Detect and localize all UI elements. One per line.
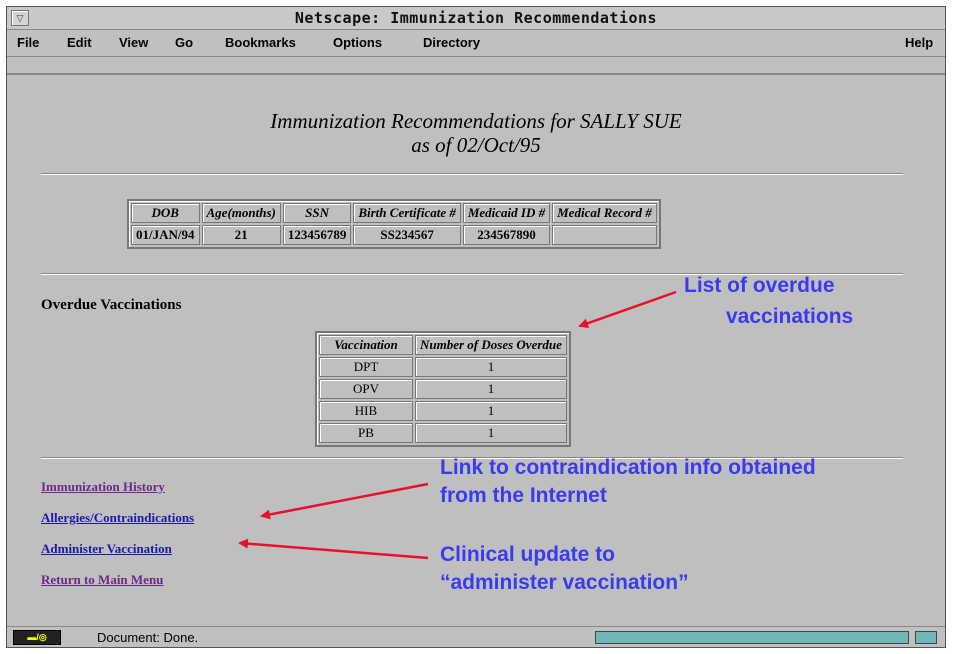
cell-age: 21 xyxy=(201,225,281,245)
cell-doses: 1 xyxy=(415,423,567,443)
annotation-clinical-update: “administer vaccination” xyxy=(440,571,689,594)
annotation-contraindication: from the Internet xyxy=(440,484,607,507)
header-medical-record: Medical Record # xyxy=(552,203,657,223)
patient-info-table: DOB Age(months) SSN Birth Certificate # … xyxy=(127,199,661,249)
menu-bookmarks[interactable]: Bookmarks xyxy=(225,35,296,50)
menu-help[interactable]: Help xyxy=(905,35,933,50)
progress-indicator xyxy=(915,631,937,644)
table-row: 01/JAN/94 21 123456789 SS234567 23456789… xyxy=(131,225,657,245)
table-row: PB 1 xyxy=(319,423,567,443)
cell-medical-record xyxy=(552,225,657,245)
cell-birth-certificate: SS234567 xyxy=(353,225,461,245)
administer-vaccination-link[interactable]: Administer Vaccination xyxy=(41,541,172,557)
immunization-history-link[interactable]: Immunization History xyxy=(41,479,165,495)
status-bar: ▬/◎ Document: Done. xyxy=(7,626,945,647)
menu-view[interactable]: View xyxy=(119,35,148,50)
cell-medicaid-id: 234567890 xyxy=(462,225,551,245)
cell-ssn: 123456789 xyxy=(282,225,352,245)
status-text: Document: Done. xyxy=(97,630,199,645)
page-title: Immunization Recommendations for SALLY S… xyxy=(270,109,682,133)
progress-bar xyxy=(595,631,909,644)
page-subtitle: as of 02/Oct/95 xyxy=(411,133,541,157)
menu-bar: File Edit View Go Bookmarks Options Dire… xyxy=(7,30,945,57)
table-row: DPT 1 xyxy=(319,357,567,377)
table-row: OPV 1 xyxy=(319,379,567,399)
menu-file[interactable]: File xyxy=(17,35,39,50)
header-doses-overdue: Number of Doses Overdue xyxy=(415,335,567,355)
return-main-menu-link[interactable]: Return to Main Menu xyxy=(41,572,163,588)
title-bar: ▽ Netscape: Immunization Recommendations xyxy=(7,7,945,30)
overdue-section-title: Overdue Vaccinations xyxy=(41,297,182,313)
header-ssn: SSN xyxy=(282,203,352,223)
cell-vaccination: PB xyxy=(319,423,413,443)
annotation-clinical-update: Clinical update to xyxy=(440,543,616,566)
security-key-icon: ▬/◎ xyxy=(13,630,61,645)
header-birth-certificate: Birth Certificate # xyxy=(353,203,461,223)
cell-doses: 1 xyxy=(415,401,567,421)
window-title: Netscape: Immunization Recommendations xyxy=(294,9,658,27)
allergies-contraindications-link[interactable]: Allergies/Contraindications xyxy=(41,510,194,526)
table-header-row: Vaccination Number of Doses Overdue xyxy=(319,335,567,355)
cell-dob: 01/JAN/94 xyxy=(131,225,200,245)
menu-go[interactable]: Go xyxy=(175,35,193,50)
cell-vaccination: DPT xyxy=(319,357,413,377)
cell-doses: 1 xyxy=(415,379,567,399)
header-dob: DOB xyxy=(131,203,200,223)
annotation-overdue: vaccinations xyxy=(726,305,854,328)
header-medicaid-id: Medicaid ID # xyxy=(462,203,551,223)
annotation-contraindication: Link to contraindication info obtained xyxy=(440,456,816,479)
header-age: Age(months) xyxy=(201,203,281,223)
menu-options[interactable]: Options xyxy=(333,35,382,50)
overdue-vaccinations-table: Vaccination Number of Doses Overdue DPT … xyxy=(315,331,571,447)
menu-directory[interactable]: Directory xyxy=(423,35,480,50)
cell-vaccination: OPV xyxy=(319,379,413,399)
table-header-row: DOB Age(months) SSN Birth Certificate # … xyxy=(131,203,657,223)
table-row: HIB 1 xyxy=(319,401,567,421)
header-vaccination: Vaccination xyxy=(319,335,413,355)
menu-edit[interactable]: Edit xyxy=(67,35,92,50)
annotation-overdue: List of overdue xyxy=(684,274,835,297)
divider xyxy=(41,173,903,175)
cell-vaccination: HIB xyxy=(319,401,413,421)
cell-doses: 1 xyxy=(415,357,567,377)
